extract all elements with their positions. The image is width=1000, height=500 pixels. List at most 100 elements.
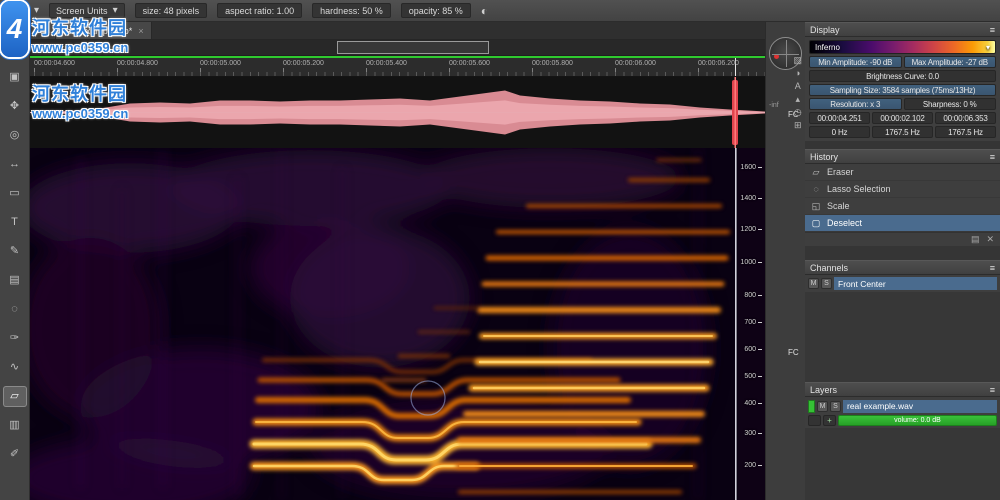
frequency-field[interactable]: 1767.5 Hz: [935, 126, 996, 138]
close-icon[interactable]: ×: [43, 26, 48, 36]
history-item-label: Scale: [827, 201, 850, 211]
tool-option-fields: size: 48 pixels aspect ratio: 1.00 hardnes…: [134, 3, 471, 18]
close-icon[interactable]: ×: [138, 26, 143, 36]
layer-color-swatch[interactable]: [808, 399, 815, 413]
frequency-tick-label: 700: [744, 319, 762, 326]
clone-tool[interactable]: ▥: [3, 415, 27, 436]
time-ruler[interactable]: 00:00:04.600 00:00:04.800 00:00:05.000 00:0…: [30, 58, 765, 77]
tab-real-example[interactable]: real example.slp* ×: [56, 22, 152, 39]
time-field[interactable]: 00:00:04.251: [809, 112, 870, 124]
time-field[interactable]: 00:00:06.353: [935, 112, 996, 124]
history-item-lasso-selection[interactable]: ◌ Lasso Selection: [805, 181, 1000, 198]
ruler-tick-label: 00:00:05.000: [200, 60, 241, 67]
smudge-tool[interactable]: ∿: [3, 357, 27, 378]
right-gutter: -inf FC FC ▧ ◑ A ▴ ◷ ⊞: [765, 22, 805, 500]
history-list: ▱ Eraser ◌ Lasso Selection ◱ Scale ▢ Des…: [805, 164, 1000, 232]
brush-tool[interactable]: ✑: [3, 328, 27, 349]
channel-row[interactable]: M S Front Center: [805, 275, 1000, 292]
time-range-icon: ◷: [793, 107, 802, 117]
layer-row[interactable]: M S real example.wav: [805, 397, 1000, 413]
move-horizontal-tool[interactable]: ↔: [3, 154, 27, 175]
ruler-tick-label: 00:00:04.600: [34, 60, 75, 67]
visible-range-box[interactable]: [337, 41, 489, 54]
brightness-icon: ◑: [795, 68, 801, 78]
opacity-field[interactable]: opacity: 85 %: [400, 3, 471, 18]
sampling-size-field[interactable]: Sampling Size: 3584 samples (75ms/13Hz): [809, 84, 996, 96]
waveform-view[interactable]: [30, 77, 765, 148]
menu-icon[interactable]: ≡: [990, 263, 995, 273]
size-field[interactable]: size: 48 pixels: [134, 3, 208, 18]
max-amplitude-field[interactable]: Max Amplitude: -27 dB: [903, 56, 996, 68]
frequency-tick-label: 1000: [740, 259, 762, 266]
history-item-label: Lasso Selection: [827, 184, 891, 194]
add-icon[interactable]: +: [823, 414, 836, 426]
eraser-tool[interactable]: ▱: [2, 386, 27, 407]
pencil-tool[interactable]: ✎: [3, 241, 27, 262]
time-field[interactable]: 00:00:02.102: [872, 112, 933, 124]
menu-icon[interactable]: ≡: [990, 25, 995, 35]
volume-bar[interactable]: volume: 0.0 dB: [838, 414, 997, 426]
frequency-tick-label: 1200: [740, 226, 762, 233]
delete-icon[interactable]: ✕: [986, 234, 994, 245]
frequency-field[interactable]: 1767.5 Hz: [872, 126, 933, 138]
text-tool[interactable]: T: [3, 212, 27, 233]
tool-icon: ✥: [9, 100, 20, 112]
tool-icon: ◎: [9, 129, 20, 141]
snapshot-icon[interactable]: ▤: [971, 234, 980, 245]
mute-button[interactable]: M: [808, 278, 819, 289]
spectrogram-view[interactable]: 1600 1400 1200 1000 800 700 600 500 400 300 200: [30, 148, 765, 500]
aspect-ratio-field[interactable]: aspect ratio: 1.00: [217, 3, 303, 18]
layers-panel-header[interactable]: Layers ≡: [805, 382, 1000, 397]
ruler-tick-label: 00:00:05.800: [532, 60, 573, 67]
min-amplitude-field[interactable]: Min Amplitude: -90 dB: [809, 56, 902, 68]
channels-panel-header[interactable]: Channels ≡: [805, 260, 1000, 275]
tool-icon: ▭: [9, 187, 20, 199]
preset-dropdown-icon[interactable]: ▾: [34, 5, 39, 16]
timeline-overview[interactable]: [30, 40, 765, 56]
pointer-tool[interactable]: ▸: [3, 38, 27, 59]
layer-thumbnail[interactable]: [808, 414, 821, 426]
mute-button[interactable]: M: [817, 400, 828, 412]
history-item-scale[interactable]: ◱ Scale: [805, 198, 1000, 215]
history-item-label: Deselect: [827, 218, 863, 228]
lasso-select-tool[interactable]: ◌: [3, 299, 27, 320]
display-tool[interactable]: ▣: [3, 67, 27, 88]
resolution-icon: ▴: [795, 94, 800, 104]
history-item-deselect[interactable]: ▢ Deselect: [805, 215, 1000, 232]
brightness-curve-field[interactable]: Brightness Curve: 0.0: [809, 70, 996, 82]
history-panel-header[interactable]: History ≡: [805, 149, 1000, 164]
tool-options-toolbar: ▾ Screen Units ▾ size: 48 pixels aspect r…: [0, 0, 1000, 22]
marquee-select-tool[interactable]: ▭: [3, 183, 27, 204]
ruler-tick-label: 00:00:04.800: [117, 60, 158, 67]
history-item-icon: ◱: [811, 200, 821, 211]
menu-icon[interactable]: ≡: [990, 152, 995, 162]
zoom-tool[interactable]: ◎: [3, 125, 27, 146]
eyedropper-tool[interactable]: ✐: [3, 444, 27, 465]
chevron-down-icon: ▾: [112, 5, 118, 16]
resolution-field[interactable]: Resolution: x 3: [809, 98, 902, 110]
display-row-icons: ▧ ◑ A ▴ ◷ ⊞: [793, 56, 802, 130]
contrast-icon[interactable]: ◐: [481, 4, 488, 18]
frequency-field[interactable]: 0 Hz: [809, 126, 870, 138]
history-item-eraser[interactable]: ▱ Eraser: [805, 164, 1000, 181]
frequency-tick-label: 600: [744, 346, 762, 353]
chevron-down-icon: ▾: [985, 42, 990, 52]
frequency-tick-label: 1400: [740, 195, 762, 202]
band-select-tool[interactable]: ▤: [3, 270, 27, 291]
hand-tool[interactable]: ✥: [3, 96, 27, 117]
units-select[interactable]: Screen Units ▾: [49, 3, 125, 18]
display-panel-body: Inferno ▾ Min Amplitude: -90 dB Max Ampl…: [805, 37, 1000, 141]
ruler-tick-label: 00:00:06.000: [615, 60, 656, 67]
solo-button[interactable]: S: [821, 278, 832, 289]
colormap-select[interactable]: Inferno ▾: [809, 40, 996, 54]
display-panel-header[interactable]: Display ≡: [805, 22, 1000, 37]
layers-panel-title: Layers: [810, 384, 838, 395]
hardness-field[interactable]: hardness: 50 %: [312, 3, 391, 18]
history-item-icon: ▱: [812, 166, 820, 177]
tool-icon: ∿: [9, 361, 20, 373]
sharpness-field[interactable]: Sharpness: 0 %: [903, 98, 996, 110]
solo-button[interactable]: S: [830, 400, 841, 412]
tool-icon: ◌: [11, 303, 18, 315]
menu-icon[interactable]: ≡: [990, 385, 995, 395]
tab-document-1[interactable]: ×: [30, 22, 57, 39]
